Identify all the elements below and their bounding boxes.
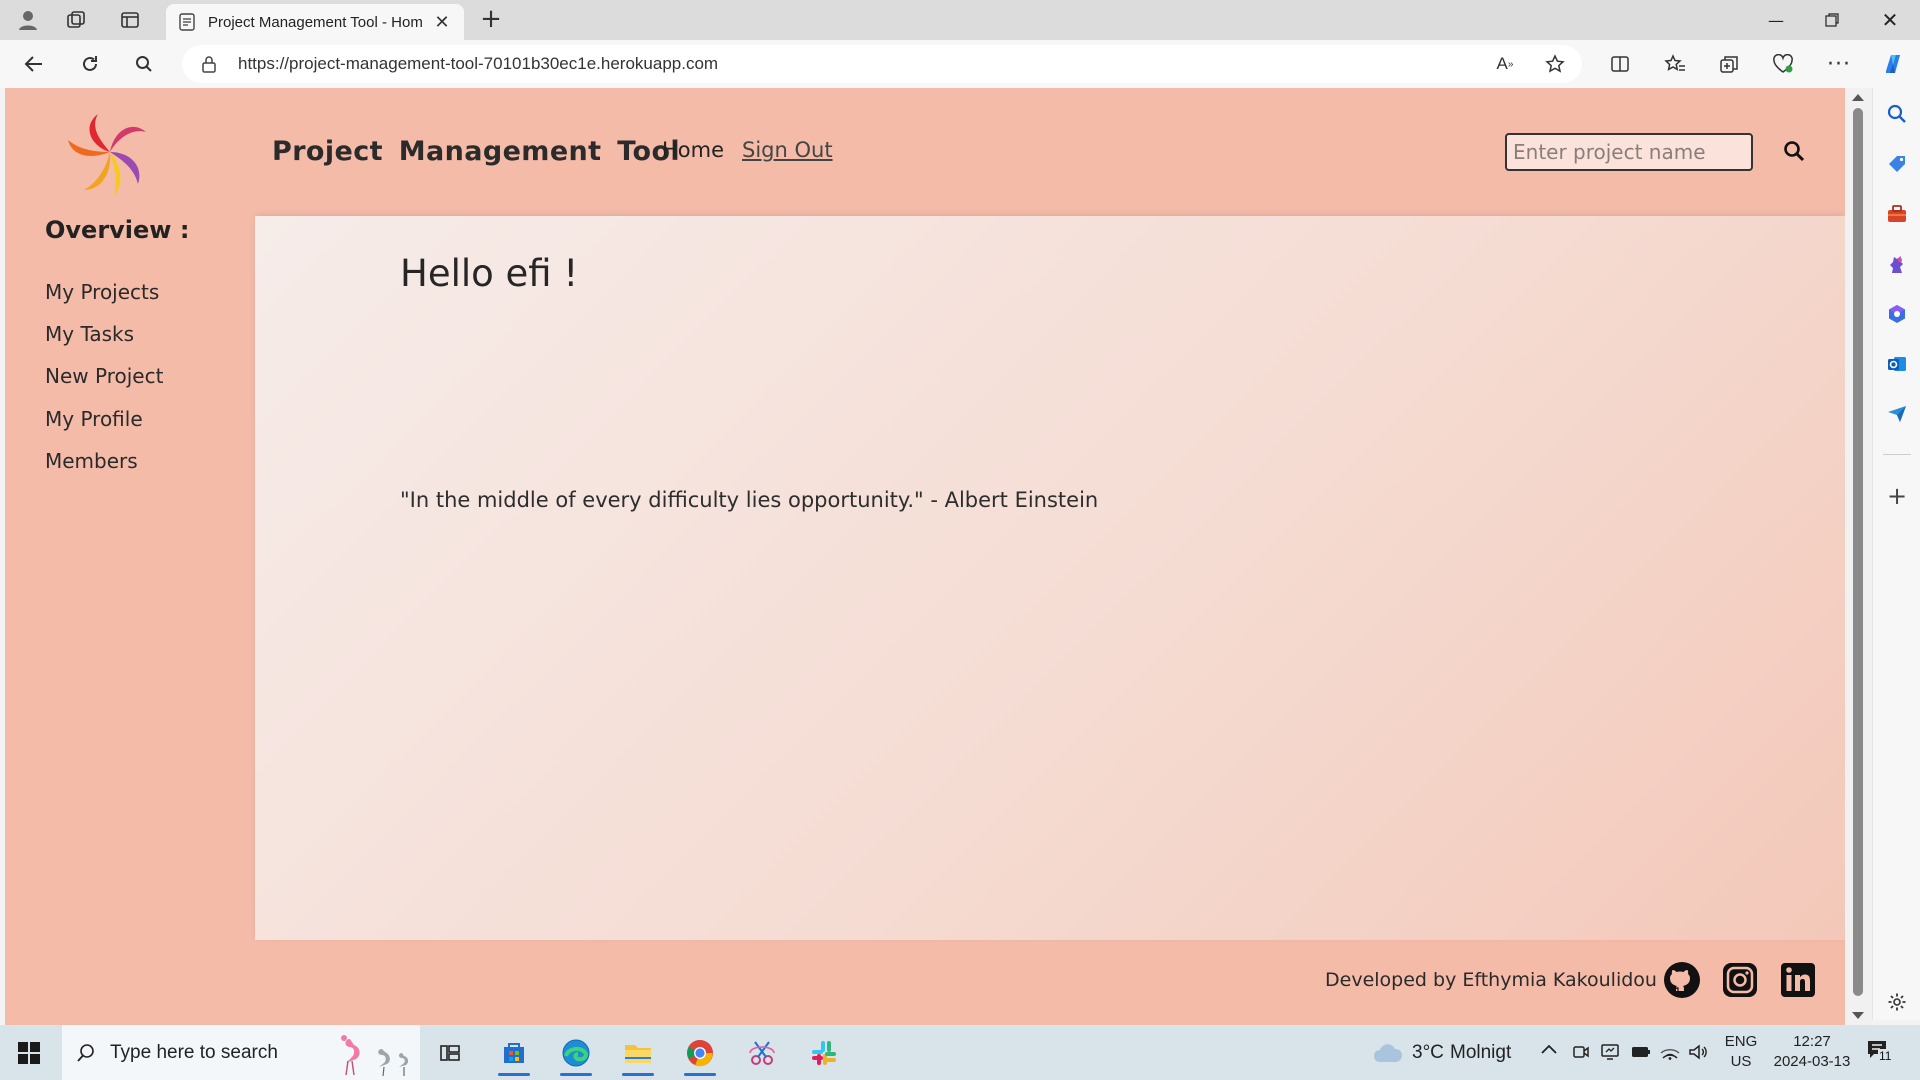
notification-count: 11 — [1878, 1049, 1893, 1063]
weather-temp[interactable]: 3°C — [1412, 1042, 1444, 1064]
close-window-icon[interactable]: ✕ — [1862, 0, 1918, 40]
main-content: Hello efi ! "In the middle of every diff… — [255, 216, 1845, 940]
tab-actions-icon[interactable] — [116, 6, 144, 34]
nav-signout-link[interactable]: Sign Out — [742, 138, 833, 162]
microsoft-store-icon[interactable] — [494, 1033, 534, 1076]
quote: "In the middle of every difficulty lies … — [400, 488, 1099, 512]
battery-icon[interactable] — [1630, 1043, 1652, 1066]
greeting: Hello efi ! — [400, 252, 579, 295]
url-text[interactable]: https://project-management-tool-70101b30… — [238, 54, 718, 74]
games-icon[interactable] — [1885, 252, 1909, 276]
task-view-icon[interactable] — [430, 1033, 470, 1073]
read-aloud-icon[interactable]: A» — [1490, 50, 1520, 78]
weather-desc[interactable]: Molnigt — [1450, 1042, 1511, 1064]
shopping-tag-icon[interactable] — [1885, 152, 1909, 176]
workspaces-icon[interactable] — [62, 6, 90, 34]
send-icon[interactable] — [1885, 402, 1909, 426]
slack-icon[interactable] — [804, 1033, 844, 1073]
clock-time: 12:27 — [1793, 1033, 1831, 1050]
file-explorer-icon[interactable] — [618, 1033, 658, 1076]
outlook-icon[interactable] — [1885, 352, 1909, 376]
close-tab-icon[interactable]: ✕ — [432, 12, 452, 33]
browser-tab-bar: Project Management Tool - Hom ✕ + — ✕ — [0, 0, 1920, 40]
sidebar-item-my-profile[interactable]: My Profile — [45, 407, 143, 431]
sidebar-heading: Overview : — [45, 216, 190, 244]
app-logo[interactable] — [60, 106, 160, 198]
tab-title: Project Management Tool - Hom — [208, 13, 423, 31]
browser-tab[interactable]: Project Management Tool - Hom ✕ — [166, 4, 464, 40]
windows-taskbar: Type here to search 3°C Molnigt ENG US 1… — [0, 1025, 1920, 1080]
github-icon[interactable] — [1663, 961, 1701, 999]
search-icon — [1784, 141, 1805, 162]
tools-briefcase-icon[interactable] — [1885, 202, 1909, 226]
new-tab-icon[interactable]: + — [476, 6, 506, 34]
minimize-icon[interactable]: — — [1748, 0, 1804, 40]
page-scrollbar[interactable] — [1845, 88, 1872, 1025]
clock[interactable]: 12:27 2024-03-13 — [1766, 1033, 1858, 1070]
search-button[interactable] — [1781, 136, 1807, 166]
app-title: Project Management Tool — [272, 136, 681, 167]
monitor-app-icon[interactable] — [1600, 1043, 1620, 1066]
lock-icon[interactable] — [200, 55, 218, 73]
refresh-icon[interactable] — [76, 50, 104, 78]
wifi-icon[interactable] — [1660, 1043, 1680, 1066]
taskbar-search-placeholder: Type here to search — [110, 1041, 278, 1063]
taskbar-search-icon — [77, 1043, 94, 1062]
flamingo-decoration-icon — [341, 1035, 409, 1077]
nav-home-link[interactable]: Home — [662, 138, 724, 162]
scroll-up-arrow-icon[interactable] — [1852, 94, 1864, 101]
snipping-tool-icon[interactable] — [742, 1033, 782, 1073]
footer-credit: Developed by Efthymia Kakoulidou — [1325, 969, 1657, 991]
project-search-input[interactable] — [1505, 133, 1753, 171]
edge-sidebar: + — [1872, 88, 1920, 1020]
sidebar-search-icon[interactable] — [1885, 102, 1909, 126]
cloud-weather-icon[interactable] — [1372, 1042, 1404, 1064]
volume-icon[interactable] — [1688, 1043, 1708, 1066]
back-icon[interactable] — [20, 50, 48, 78]
sidebar-settings-gear-icon[interactable] — [1885, 990, 1909, 1014]
restore-icon[interactable] — [1804, 0, 1860, 40]
search-icon[interactable] — [130, 50, 158, 78]
page-favicon-icon — [179, 13, 195, 31]
show-hidden-icons-icon[interactable] — [1540, 1039, 1558, 1062]
scroll-down-arrow-icon[interactable] — [1852, 1012, 1864, 1019]
meet-camera-icon[interactable] — [1572, 1043, 1590, 1066]
scroll-thumb[interactable] — [1853, 108, 1863, 996]
web-page: Project Management Tool Home Sign Out Ov… — [5, 88, 1845, 1025]
input-language: ENG — [1724, 1033, 1758, 1050]
windows-start-icon[interactable] — [18, 1042, 40, 1064]
input-region: US — [1730, 1053, 1752, 1070]
sidebar-item-my-tasks[interactable]: My Tasks — [45, 322, 134, 346]
clock-date: 2024-03-13 — [1773, 1053, 1851, 1070]
collections-icon[interactable] — [1714, 50, 1744, 78]
browser-essentials-icon[interactable] — [1768, 50, 1798, 78]
taskbar-search-box[interactable]: Type here to search — [62, 1025, 420, 1080]
sidebar-item-my-projects[interactable]: My Projects — [45, 280, 159, 304]
sidebar-item-new-project[interactable]: New Project — [45, 364, 163, 388]
copilot-icon[interactable] — [1878, 50, 1908, 78]
sidebar-item-members[interactable]: Members — [45, 449, 138, 473]
edge-browser-icon[interactable] — [556, 1033, 596, 1076]
microsoft-365-icon[interactable] — [1885, 302, 1909, 326]
instagram-icon[interactable] — [1721, 961, 1759, 999]
favorites-icon[interactable] — [1660, 50, 1690, 78]
notification-center-icon[interactable]: 11 — [1866, 1039, 1900, 1069]
chrome-icon[interactable] — [680, 1033, 720, 1076]
split-screen-icon[interactable] — [1605, 50, 1635, 78]
profile-icon[interactable] — [14, 6, 42, 34]
favorite-star-icon[interactable] — [1540, 50, 1570, 78]
url-bar[interactable]: https://project-management-tool-70101b30… — [182, 45, 1582, 83]
add-sidebar-app-icon[interactable]: + — [1885, 482, 1909, 510]
input-language-indicator[interactable]: ENG US — [1724, 1033, 1758, 1070]
linkedin-icon[interactable] — [1779, 961, 1817, 999]
more-menu-icon[interactable]: ··· — [1824, 50, 1854, 78]
address-toolbar: https://project-management-tool-70101b30… — [0, 40, 1920, 88]
